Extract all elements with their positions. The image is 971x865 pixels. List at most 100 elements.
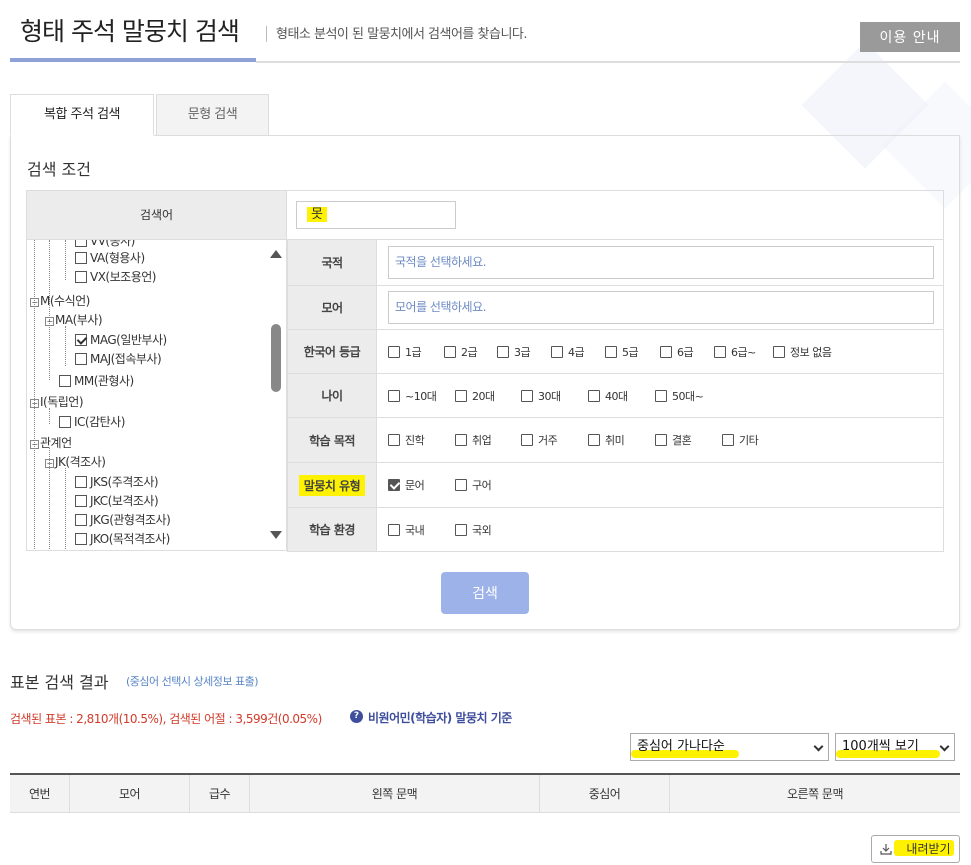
tab-sentence-pattern-search[interactable]: 문형 검색 [156,94,269,136]
tree-node-i[interactable]: − I(독립언) [30,393,84,410]
help-icon[interactable]: ? [350,710,363,723]
checkbox[interactable] [655,434,667,446]
checkbox[interactable] [388,389,400,402]
level-option[interactable]: 1급 [388,344,422,360]
checkbox[interactable] [388,434,400,446]
checkbox[interactable] [497,345,509,358]
collapse-icon[interactable]: − [30,440,39,449]
checkbox-checked[interactable] [388,479,400,491]
tree-checkbox[interactable] [59,416,71,428]
native-language-select[interactable]: 모어를 선택하세요. [388,291,934,324]
checkbox[interactable] [722,434,734,446]
age-option[interactable]: 50대~ [655,388,704,404]
search-term-input[interactable]: 못 [296,201,456,229]
column-header-level[interactable]: 급수 [190,775,250,813]
tree-node-relational[interactable]: − 관계언 [30,434,72,451]
tree-item-mm[interactable]: MM(관형사) [59,372,134,389]
purpose-option[interactable]: 결혼 [655,432,692,448]
column-header-number[interactable]: 연번 [10,775,70,813]
purpose-option[interactable]: 진학 [388,432,425,448]
checkbox[interactable] [455,479,467,491]
guide-button[interactable]: 이용 안내 [860,22,960,52]
tree-node-m[interactable]: − M(수식언) [30,292,90,309]
condition-row-purpose: 학습 목적 진학 취업 거주 취미 결혼 기타 [287,418,944,463]
column-header-keyword[interactable]: 중심어 [540,775,670,813]
checkbox[interactable] [588,389,600,402]
tab-compound-search[interactable]: 복합 주석 검색 [10,94,154,136]
corpus-type-option[interactable]: 구어 [455,477,492,493]
tree-checkbox[interactable] [75,514,87,526]
tree-item-ic[interactable]: IC(감탄사) [59,413,125,430]
environment-option[interactable]: 국외 [455,522,492,538]
level-option[interactable]: 3급 [497,344,531,360]
checkbox[interactable] [655,389,667,402]
level-option[interactable]: 4급 [551,344,585,360]
checkbox[interactable] [455,523,467,536]
column-header-right-context[interactable]: 오른쪽 문맥 [670,775,960,813]
tree-checkbox[interactable] [75,252,87,264]
checkbox[interactable] [714,345,726,358]
collapse-icon[interactable]: − [30,298,39,307]
tree-checkbox[interactable] [75,495,87,507]
purpose-option[interactable]: 취미 [588,432,625,448]
tree-item-vx[interactable]: VX(보조용언) [75,268,156,285]
checkbox[interactable] [455,434,467,446]
nationality-select[interactable]: 국적을 선택하세요. [388,246,934,279]
checkbox[interactable] [521,389,533,402]
tree-item-maj[interactable]: MAJ(접속부사) [75,350,162,367]
checkbox[interactable] [660,345,672,358]
age-option[interactable]: 40대 [588,388,628,404]
environment-option[interactable]: 국내 [388,522,425,538]
sort-select[interactable]: 중심어 가나다순 [630,733,829,761]
purpose-option[interactable]: 취업 [455,432,492,448]
tree-checkbox[interactable] [75,271,87,283]
checkbox[interactable] [388,523,400,536]
level-option[interactable]: 5급 [605,344,639,360]
checkbox[interactable] [605,345,617,358]
checkbox[interactable] [388,345,400,358]
tree-item-jks[interactable]: JKS(주격조사) [75,473,159,490]
tree-node-ma[interactable]: − MA(부사) [45,311,103,328]
age-option[interactable]: 20대 [455,388,495,404]
level-option[interactable]: 정보 없음 [773,344,832,360]
page-size-select[interactable]: 100개씩 보기 [835,733,955,761]
checkbox[interactable] [521,434,533,446]
tree-checkbox[interactable] [75,533,87,545]
checkbox[interactable] [551,345,563,358]
search-button[interactable]: 검색 [441,572,529,614]
purpose-option[interactable]: 기타 [722,432,759,448]
checkbox[interactable] [444,345,456,358]
tree-checkbox-checked[interactable] [75,334,87,346]
tree-checkbox[interactable] [59,375,71,387]
purpose-option[interactable]: 거주 [521,432,558,448]
scroll-down-arrow-icon[interactable] [270,531,282,539]
tree-checkbox[interactable] [75,476,87,488]
tree-item-va[interactable]: VA(형용사) [75,249,145,266]
tree-node-jk[interactable]: − JK(격조사) [45,453,106,470]
tree-checkbox[interactable] [75,353,87,365]
age-option[interactable]: 30대 [521,388,561,404]
tree-item-vv[interactable]: VV(동사) [75,240,135,249]
pos-tree[interactable]: VV(동사) VA(형용사) VX(보조용언) − M(수식언) − MA(부사) … [26,240,287,551]
tree-item-jkg[interactable]: JKG(관형격조사) [75,511,171,528]
checkbox[interactable] [455,389,467,402]
age-option[interactable]: ~10대 [388,388,437,404]
column-header-native-language[interactable]: 모어 [70,775,190,813]
level-option[interactable]: 2급 [444,344,478,360]
corpus-type-option[interactable]: 문어 [388,477,425,493]
tree-item-jko[interactable]: JKO(목적격조사) [75,530,170,547]
level-option[interactable]: 6급~ [714,344,756,360]
scrollbar-thumb[interactable] [271,324,281,392]
column-header-left-context[interactable]: 왼쪽 문맥 [250,775,540,813]
level-option[interactable]: 6급 [660,344,694,360]
checkbox[interactable] [773,345,785,358]
tree-item-jkc[interactable]: JKC(보격조사) [75,492,159,509]
scroll-up-arrow-icon[interactable] [270,250,282,258]
checkbox[interactable] [588,434,600,446]
collapse-icon[interactable]: − [30,399,39,408]
collapse-icon[interactable]: − [45,459,54,468]
tree-checkbox[interactable] [75,240,87,247]
collapse-icon[interactable]: − [45,317,54,326]
download-button[interactable]: 내려받기 [871,835,960,863]
tree-item-mag[interactable]: MAG(일반부사) [75,331,167,348]
